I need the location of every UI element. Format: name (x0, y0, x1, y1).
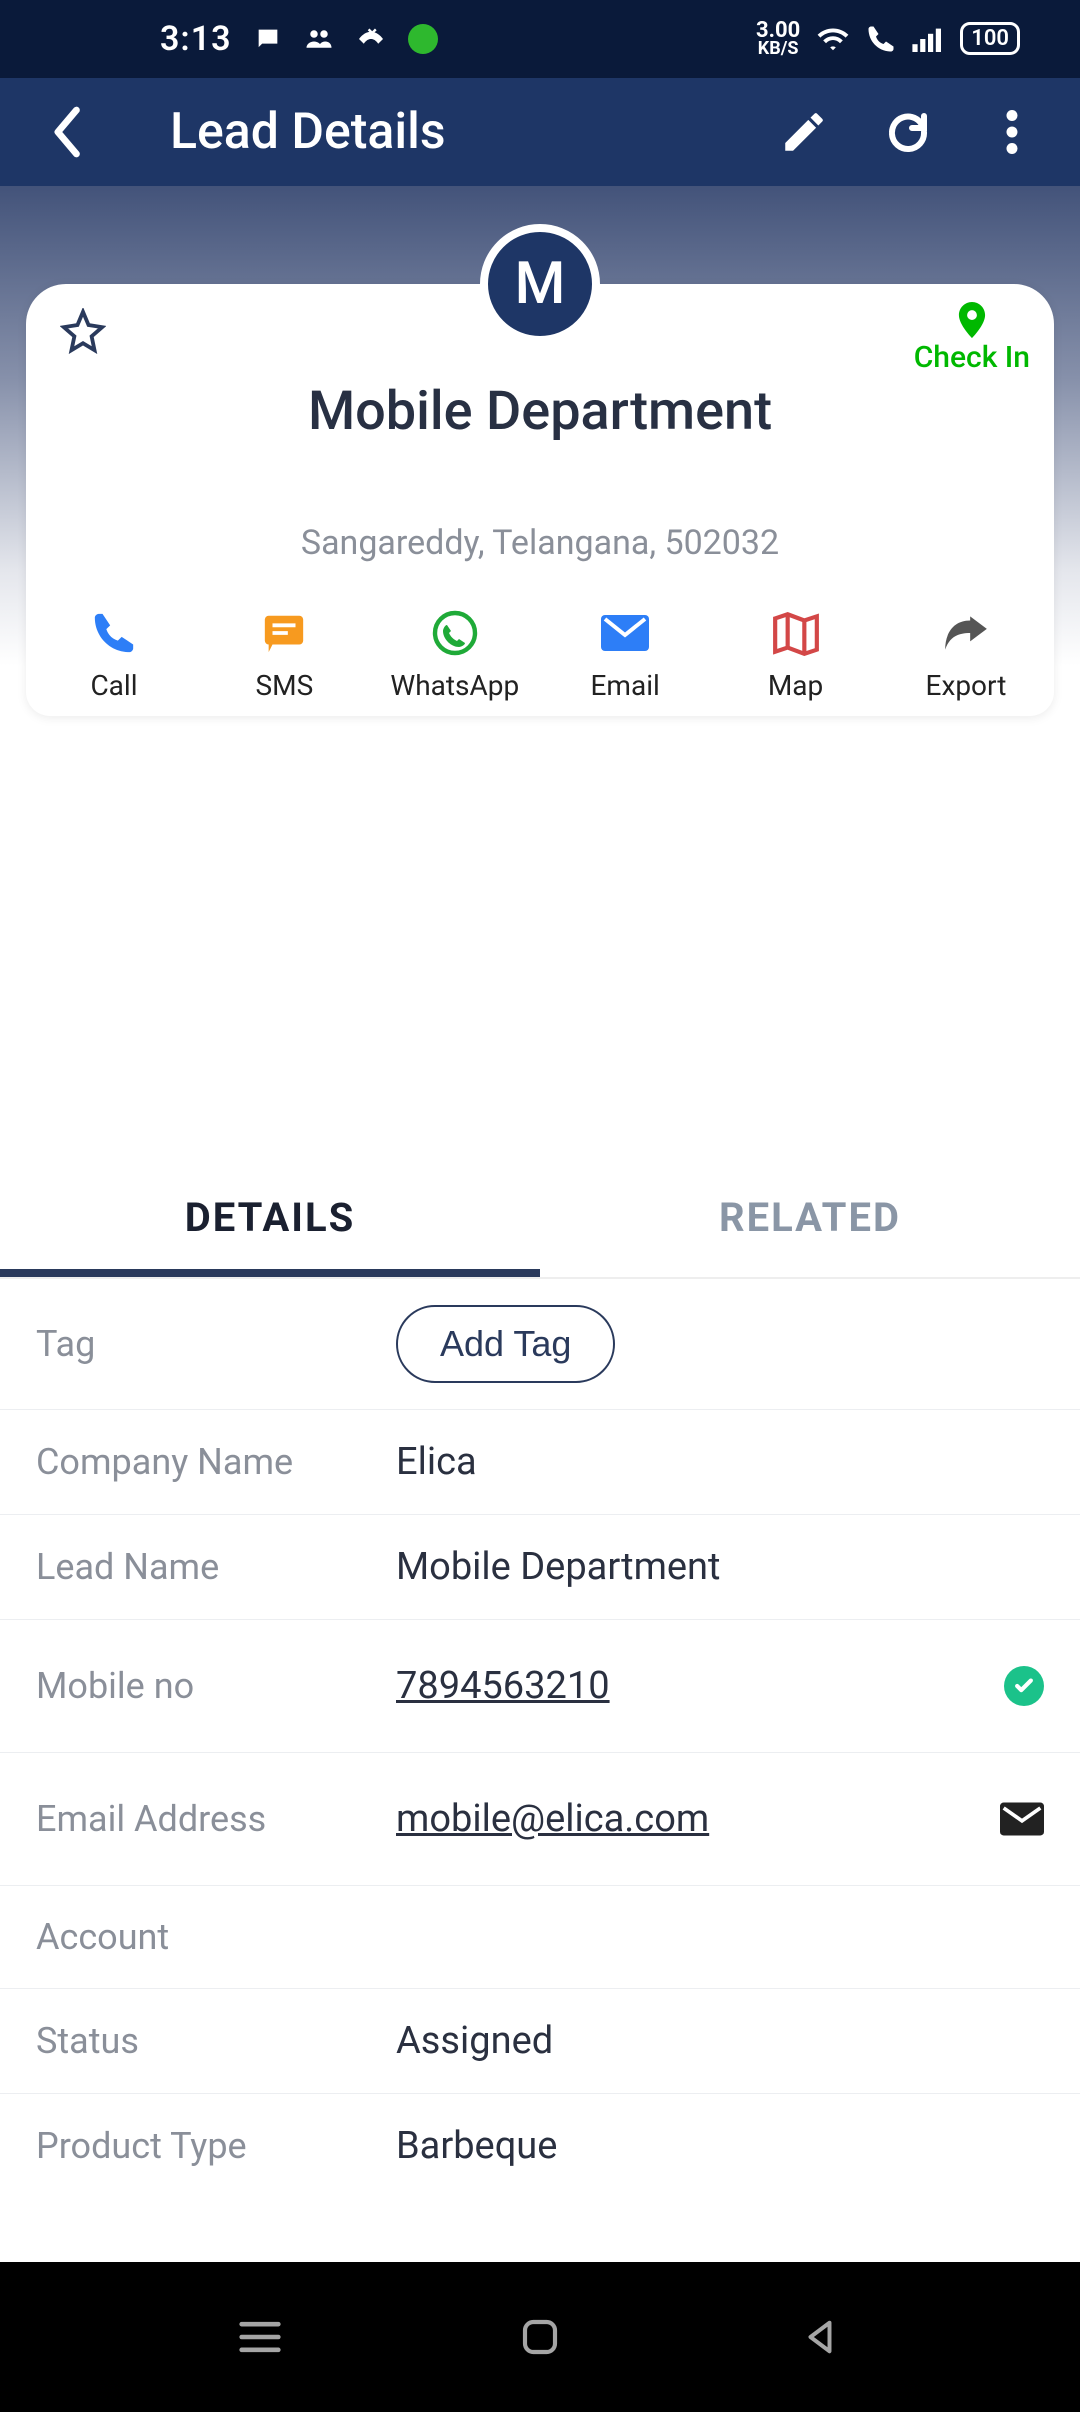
whatsapp-label: WhatsApp (390, 669, 519, 702)
sms-action[interactable]: SMS (234, 607, 334, 702)
row-account: Account (0, 1886, 1080, 1989)
app-bar: Lead Details (0, 78, 1080, 186)
whatsapp-action[interactable]: WhatsApp (405, 607, 505, 702)
nav-home-button[interactable] (510, 2307, 570, 2367)
chat-notification-icon (254, 25, 282, 53)
check-in-label: Check In (914, 340, 1030, 375)
volte-call-icon (866, 24, 896, 54)
status-bar: 3:13 3.00 KB/S 100 (0, 0, 1080, 78)
call-label: Call (90, 669, 137, 702)
more-options-button[interactable] (980, 100, 1044, 164)
signal-icon (912, 26, 944, 52)
row-product-type: Product Type Barbeque (0, 2094, 1080, 2198)
value-mobile[interactable]: 7894563210 (396, 1664, 984, 1708)
status-right: 3.00 KB/S 100 (756, 21, 1020, 57)
battery-indicator: 100 (960, 22, 1020, 55)
detail-list: Tag Add Tag Company Name Elica Lead Name… (0, 1279, 1080, 2198)
row-status: Status Assigned (0, 1989, 1080, 2094)
back-button[interactable] (36, 100, 100, 164)
status-left: 3:13 (160, 19, 438, 59)
call-action[interactable]: Call (64, 607, 164, 702)
row-lead-name: Lead Name Mobile Department (0, 1515, 1080, 1620)
export-icon (941, 607, 991, 659)
label-mobile: Mobile no (36, 1665, 396, 1707)
system-nav-bar (0, 2262, 1080, 2412)
action-row: Call SMS WhatsApp Email Map (26, 607, 1054, 702)
avatar-letter: M (515, 250, 566, 318)
tab-details[interactable]: DETAILS (0, 1166, 540, 1277)
app-badge-icon (408, 24, 438, 54)
map-label: Map (768, 669, 823, 702)
tab-related[interactable]: RELATED (540, 1166, 1080, 1277)
row-company: Company Name Elica (0, 1410, 1080, 1515)
label-product-type: Product Type (36, 2125, 396, 2167)
wifi-icon (816, 25, 850, 53)
label-account: Account (36, 1916, 396, 1958)
lead-card: M Check In Mobile Department Sangareddy,… (26, 284, 1054, 716)
email-label: Email (591, 669, 660, 702)
missed-call-icon (356, 27, 386, 51)
avatar: M (480, 224, 600, 344)
network-speed: 3.00 KB/S (756, 21, 800, 57)
lead-name-heading: Mobile Department (26, 380, 1054, 443)
map-pin-icon (958, 302, 986, 338)
label-tag: Tag (36, 1323, 396, 1365)
check-circle-icon (1004, 1666, 1044, 1706)
value-company: Elica (396, 1440, 1044, 1484)
label-status: Status (36, 2020, 396, 2062)
nav-recent-button[interactable] (230, 2307, 290, 2367)
row-tag: Tag Add Tag (0, 1279, 1080, 1410)
favorite-star-button[interactable] (60, 308, 106, 354)
map-icon (771, 607, 821, 659)
export-label: Export (926, 669, 1007, 702)
page-title: Lead Details (170, 103, 446, 161)
people-icon (304, 27, 334, 51)
row-mobile: Mobile no 7894563210 (0, 1620, 1080, 1753)
check-in-button[interactable]: Check In (914, 302, 1030, 375)
tabs: DETAILS RELATED (0, 1166, 1080, 1279)
phone-icon (91, 607, 137, 659)
email-icon (601, 607, 649, 659)
label-lead-name: Lead Name (36, 1546, 396, 1588)
map-action[interactable]: Map (746, 607, 846, 702)
add-tag-button[interactable]: Add Tag (396, 1305, 615, 1383)
row-email: Email Address mobile@elica.com (0, 1753, 1080, 1886)
send-email-button[interactable] (984, 1802, 1044, 1836)
mobile-verified (984, 1666, 1044, 1706)
edit-button[interactable] (772, 100, 836, 164)
value-product-type: Barbeque (396, 2124, 1044, 2168)
value-email[interactable]: mobile@elica.com (396, 1797, 984, 1841)
value-lead-name: Mobile Department (396, 1545, 1044, 1589)
export-action[interactable]: Export (916, 607, 1016, 702)
whatsapp-icon (431, 607, 479, 659)
lead-location: Sangareddy, Telangana, 502032 (26, 523, 1054, 563)
nav-back-button[interactable] (790, 2307, 850, 2367)
email-action[interactable]: Email (575, 607, 675, 702)
label-email: Email Address (36, 1798, 396, 1840)
sms-label: SMS (256, 669, 314, 702)
label-company: Company Name (36, 1441, 396, 1483)
status-time: 3:13 (160, 19, 232, 59)
value-status: Assigned (396, 2019, 1044, 2063)
sms-icon (261, 607, 307, 659)
refresh-button[interactable] (876, 100, 940, 164)
